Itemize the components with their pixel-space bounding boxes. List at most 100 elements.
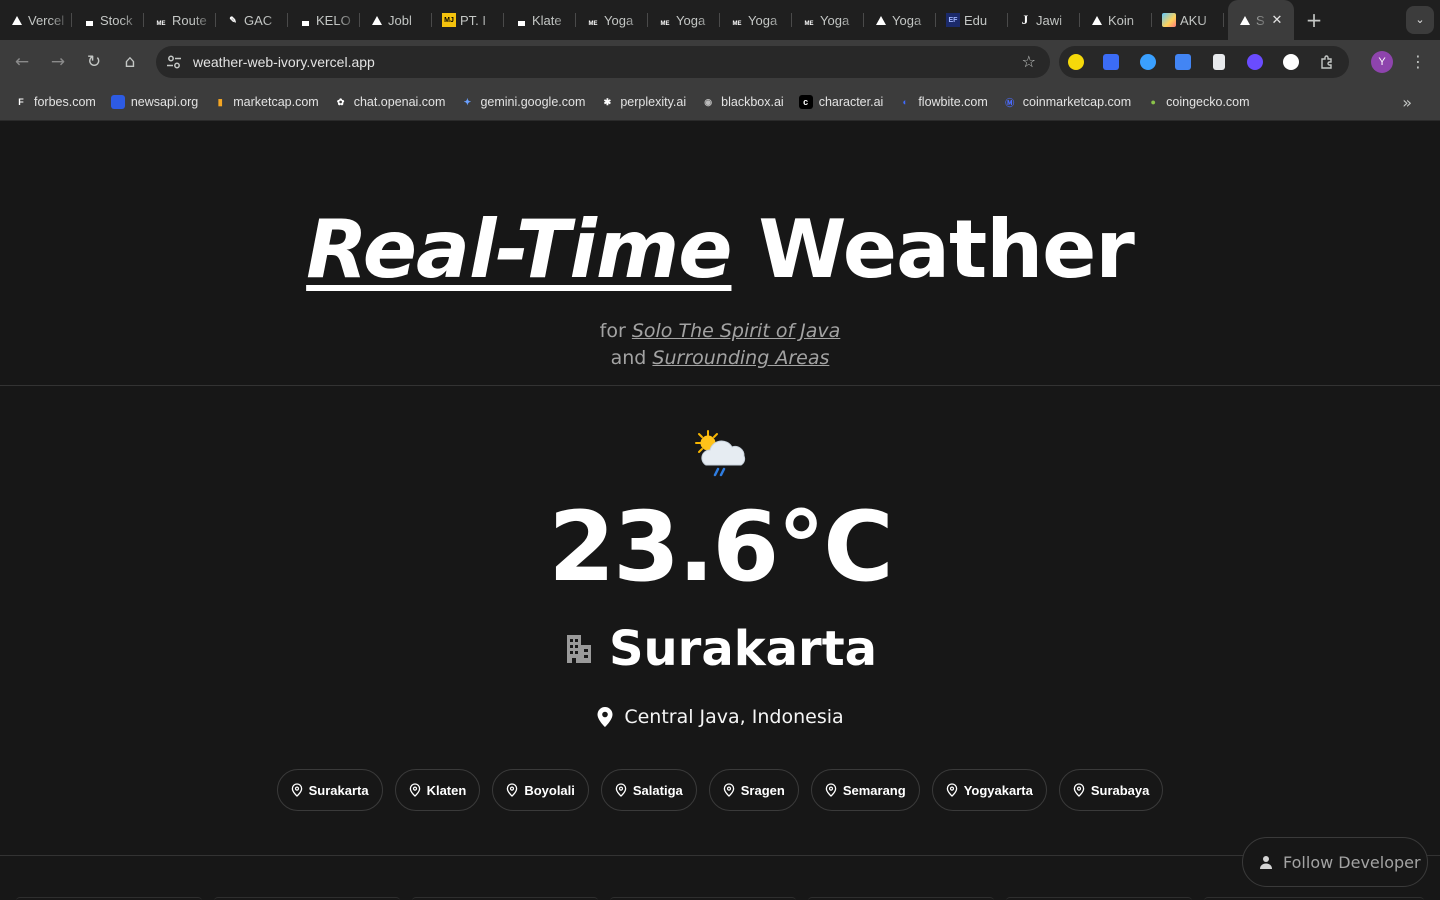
tab-item[interactable]: J Jawi	[1008, 0, 1080, 40]
bookmark-item[interactable]: c character.ai	[798, 95, 883, 109]
j-favicon-icon: J	[1021, 12, 1029, 27]
map-pin-icon	[723, 783, 735, 797]
city-chip-label: Sragen	[740, 782, 785, 798]
city-chip-surabaya[interactable]: Surabaya	[1058, 769, 1164, 811]
home-button[interactable]: ⌂	[116, 48, 144, 76]
tab-item[interactable]: EF Edu	[936, 0, 1008, 40]
tab-item[interactable]: ME Yoga	[792, 0, 864, 40]
tab-item[interactable]: AKU	[1152, 0, 1224, 40]
vercel-triangle-favicon-icon	[874, 13, 888, 27]
assistant-extension-icon[interactable]	[1247, 54, 1263, 70]
tab-item[interactable]: ✎ GAC	[216, 0, 288, 40]
tab-search-button[interactable]: ⌄	[1406, 6, 1434, 34]
bookmark-favicon-icon: ✿	[333, 95, 348, 109]
bookmark-favicon-icon: ✱	[600, 95, 615, 109]
reload-button[interactable]: ↻	[80, 48, 108, 76]
bookmark-favicon-icon: Ⓜ	[1002, 95, 1017, 109]
follow-developer-label: Follow Developer	[1283, 852, 1421, 872]
city-chip-surakarta[interactable]: Surakarta	[276, 769, 383, 811]
map-pin-icon	[1073, 783, 1085, 797]
city-chip-salatiga[interactable]: Salatiga	[600, 769, 697, 811]
me-favicon-icon: ME	[588, 21, 598, 27]
bookmark-item[interactable]: ✿ chat.openai.com	[333, 95, 445, 109]
title-rest: Weather	[731, 203, 1135, 296]
solo-link[interactable]: Solo The Spirit of Java	[632, 320, 840, 342]
close-tab-icon[interactable]: ✕	[1269, 12, 1285, 28]
document-extension-icon[interactable]	[1213, 54, 1225, 70]
new-tab-button[interactable]: +	[1298, 4, 1330, 36]
picture-favicon-icon	[1162, 13, 1176, 27]
city-chip-label: Salatiga	[632, 782, 683, 798]
tab-item[interactable]: ME Route	[144, 0, 216, 40]
url-text[interactable]: weather-web-ivory.vercel.app	[193, 46, 375, 78]
tab-item[interactable]: ME Yoga	[576, 0, 648, 40]
follow-developer-button[interactable]: Follow Developer	[1242, 837, 1428, 887]
ef-favicon-icon: EF	[946, 13, 960, 27]
city-chip-label: Surakarta	[308, 782, 369, 798]
tab-list: Vercel Stock ME Route ✎ GAC KELO Jobl MJ PT. I Kla…	[0, 0, 1224, 40]
me-favicon-icon: ME	[804, 21, 814, 27]
map-pin-icon	[597, 707, 613, 727]
tab-item[interactable]: KELO	[288, 0, 360, 40]
map-pin-icon	[615, 783, 627, 797]
bookmark-list: Fforbes.com newsapi.org ▮ marketcap.com ✿ cha…	[14, 95, 1265, 109]
bookmark-item[interactable]: newsapi.org	[110, 95, 199, 109]
google-translate-extension-icon[interactable]	[1175, 54, 1191, 70]
circle-extension-icon[interactable]	[1283, 54, 1299, 70]
tab-item[interactable]: Koin	[1080, 0, 1152, 40]
bookmark-favicon-icon: ●	[1146, 95, 1161, 109]
tab-item[interactable]: MJ PT. I	[432, 0, 504, 40]
map-pin-icon	[825, 783, 837, 797]
tab-item[interactable]: ME Yoga	[648, 0, 720, 40]
bookmark-label: coingecko.com	[1166, 95, 1250, 109]
section-divider-bottom	[0, 855, 1440, 856]
city-chip-label: Klaten	[426, 782, 467, 798]
tab-item[interactable]: Stock	[72, 0, 144, 40]
region-text: Central Java, Indonesia	[624, 706, 844, 728]
profile-avatar[interactable]: Y	[1371, 51, 1393, 73]
city-chip-semarang[interactable]: Semarang	[810, 769, 920, 811]
more-bookmarks-icon[interactable]: »	[1402, 84, 1412, 121]
dot-favicon-icon	[298, 13, 312, 27]
bookmark-favicon-icon: c	[798, 95, 813, 109]
site-info-icon[interactable]	[166, 54, 182, 70]
dark-mode-extension-icon[interactable]	[1068, 54, 1084, 70]
bookmark-item[interactable]: ◐ flowbite.com	[898, 95, 988, 109]
extensions-bar	[1059, 46, 1349, 78]
tab-active[interactable]: S ✕	[1228, 0, 1294, 40]
bookmark-favicon-icon: F	[14, 95, 28, 109]
subtitle-line-2: and Surrounding Areas	[610, 347, 830, 369]
bookmark-favicon-icon: ◉	[701, 95, 716, 109]
forward-button[interactable]: →	[44, 48, 72, 76]
surrounding-areas-link[interactable]: Surrounding Areas	[652, 347, 829, 369]
map-pin-icon	[409, 783, 420, 797]
back-button[interactable]: ←	[8, 48, 36, 76]
tab-item[interactable]: Yoga	[864, 0, 936, 40]
bookmark-item[interactable]: ● coingecko.com	[1146, 95, 1250, 109]
tab-item[interactable]: Jobl	[360, 0, 432, 40]
tab-item[interactable]: Vercel	[0, 0, 72, 40]
address-bar[interactable]: weather-web-ivory.vercel.app ☆	[156, 46, 1050, 78]
mj-favicon-icon: MJ	[442, 13, 456, 27]
bookmark-item[interactable]: ✱ perplexity.ai	[600, 95, 686, 109]
city-chip-boyolali[interactable]: Boyolali	[492, 769, 589, 811]
vercel-triangle-favicon-icon	[10, 13, 24, 27]
extensions-puzzle-icon[interactable]	[1319, 54, 1335, 70]
tab-item[interactable]: ME Yoga	[720, 0, 792, 40]
map-pin-icon	[291, 783, 302, 797]
compass-extension-icon[interactable]	[1140, 54, 1156, 70]
bookmark-item[interactable]: ◉ blackbox.ai	[701, 95, 784, 109]
city-chip-klaten[interactable]: Klaten	[394, 769, 481, 811]
bookmark-item[interactable]: Fforbes.com	[14, 95, 96, 109]
bookmark-item[interactable]: Ⓜcoinmarketcap.com	[1002, 95, 1131, 109]
translate-extension-icon[interactable]	[1103, 54, 1119, 70]
tab-item[interactable]: Klate	[504, 0, 576, 40]
bookmark-label: newsapi.org	[130, 95, 199, 109]
city-chip-sragen[interactable]: Sragen	[708, 769, 799, 811]
bookmark-star-icon[interactable]: ☆	[1022, 46, 1036, 78]
bookmark-item[interactable]: ✦ gemini.google.com	[460, 95, 585, 109]
bookmark-item[interactable]: ▮ marketcap.com	[213, 95, 319, 109]
city-chip-yogyakarta[interactable]: Yogyakarta	[931, 769, 1047, 811]
city-chip-label: Yogyakarta	[963, 782, 1033, 798]
browser-menu-icon[interactable]: ⋮	[1408, 48, 1428, 76]
